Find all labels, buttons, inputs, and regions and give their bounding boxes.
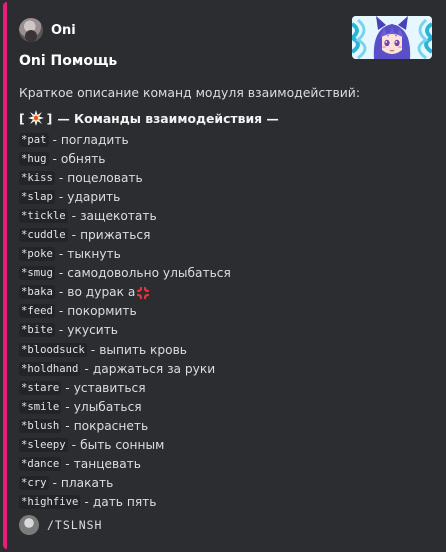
command-separator: - bbox=[71, 438, 77, 453]
command-separator: - bbox=[52, 476, 57, 491]
command-description: укусить bbox=[67, 323, 118, 338]
command-separator: - bbox=[52, 151, 57, 166]
command-separator: - bbox=[71, 228, 77, 243]
command-row: *tickle - защекотать bbox=[19, 206, 231, 225]
command-description: дать пять bbox=[92, 495, 157, 510]
command-row: *baka - во дурак а bbox=[19, 283, 231, 302]
command-separator: - bbox=[58, 189, 64, 204]
command-row: *highfive - дать пять bbox=[19, 493, 231, 512]
author-name[interactable]: Oni bbox=[51, 23, 76, 38]
footer-icon bbox=[19, 515, 39, 535]
command-row: *hug - обнять bbox=[19, 149, 231, 168]
command-description: поцеловать bbox=[67, 170, 143, 185]
command-row: *feed - покормить bbox=[19, 302, 231, 321]
command-separator: - bbox=[65, 418, 70, 433]
collision-emoji-icon bbox=[27, 110, 44, 126]
anger-symbol-icon bbox=[136, 285, 150, 300]
command-code: *dance bbox=[19, 457, 62, 472]
command-description: плакать bbox=[60, 476, 114, 491]
command-description: быть сонным bbox=[80, 438, 165, 453]
command-description: защекотать bbox=[80, 208, 157, 223]
command-code: *bloodsuck bbox=[19, 342, 87, 357]
command-row: *smug - самодовольно улыбаться bbox=[19, 264, 231, 283]
command-row: *bite - укусить bbox=[19, 321, 231, 340]
command-row: *slap - ударить bbox=[19, 187, 231, 206]
command-code: *kiss bbox=[19, 170, 55, 185]
command-code: *cuddle bbox=[19, 228, 68, 243]
command-description: даржаться за руки bbox=[92, 361, 216, 376]
command-row: *kiss - поцеловать bbox=[19, 168, 231, 187]
command-code: *stare bbox=[19, 380, 62, 395]
command-separator: - bbox=[58, 285, 64, 300]
command-description: тыкнуть bbox=[67, 247, 121, 262]
command-description: самодовольно улыбаться bbox=[67, 266, 231, 281]
command-row: *pat - погладить bbox=[19, 130, 231, 149]
command-row: *cry - плакать bbox=[19, 474, 231, 493]
command-description: обнять bbox=[60, 151, 106, 166]
command-row: *stare - уставиться bbox=[19, 378, 231, 397]
command-separator: - bbox=[58, 304, 64, 319]
command-description: улыбаться bbox=[73, 399, 142, 414]
command-code: *tickle bbox=[19, 208, 68, 223]
command-code: *smug bbox=[19, 266, 55, 281]
command-code: *smile bbox=[19, 399, 62, 414]
anime-girl-thumbnail bbox=[352, 16, 432, 59]
command-row: *smile - улыбаться bbox=[19, 397, 231, 416]
command-code: *blush bbox=[19, 418, 62, 433]
command-separator: - bbox=[71, 208, 77, 223]
command-description: ударить bbox=[67, 189, 121, 204]
embed-description: Краткое описание команд модуля взаимодей… bbox=[19, 85, 361, 100]
command-separator: - bbox=[84, 361, 89, 376]
command-description: покормить bbox=[67, 304, 137, 319]
section-header: [ ] — Команды взаимодействия — bbox=[19, 110, 279, 126]
section-bracket-open: [ bbox=[19, 110, 25, 126]
command-separator: - bbox=[65, 399, 70, 414]
command-code: *cry bbox=[19, 476, 49, 491]
command-separator: - bbox=[65, 380, 70, 395]
thumbnail-image[interactable] bbox=[352, 16, 432, 59]
section-header-text: — Команды взаимодействия — bbox=[57, 110, 279, 126]
command-code: *baka bbox=[19, 285, 55, 300]
command-row: *holdhand - даржаться за руки bbox=[19, 359, 231, 378]
embed-author: Oni bbox=[19, 17, 76, 43]
author-avatar-icon[interactable] bbox=[19, 18, 43, 42]
footer-text: /TSLNSH bbox=[47, 518, 103, 532]
embed-footer: /TSLNSH bbox=[19, 514, 102, 536]
command-code: *slap bbox=[19, 189, 55, 204]
command-row: *cuddle - прижаться bbox=[19, 225, 231, 244]
section-bracket-close: ] bbox=[46, 110, 53, 126]
embed-title: Oni Помощь bbox=[19, 53, 118, 69]
command-code: *pat bbox=[19, 132, 49, 147]
command-row: *sleepy - быть сонным bbox=[19, 436, 231, 455]
command-description: прижаться bbox=[80, 228, 151, 243]
command-code: *holdhand bbox=[19, 361, 81, 376]
command-code: *hug bbox=[19, 151, 49, 166]
command-code: *bite bbox=[19, 323, 55, 338]
command-separator: - bbox=[52, 132, 57, 147]
command-description: танцевать bbox=[73, 457, 141, 472]
command-description: покраснеть bbox=[73, 418, 149, 433]
help-embed: Oni Oni Помощь Краткое описание команд м… bbox=[3, 2, 443, 549]
command-separator: - bbox=[58, 323, 64, 338]
command-row: *dance - танцевать bbox=[19, 455, 231, 474]
command-code: *poke bbox=[19, 247, 55, 262]
commands-list: *pat - погладить *hug - обнять *kiss - поцеловат… bbox=[19, 130, 231, 512]
command-code: *highfive bbox=[19, 495, 81, 510]
command-separator: - bbox=[84, 495, 89, 510]
command-separator: - bbox=[58, 247, 64, 262]
command-description: погладить bbox=[60, 132, 129, 147]
command-description: выпить кровь bbox=[99, 342, 187, 357]
command-description: уставиться bbox=[73, 380, 146, 395]
command-code: *sleepy bbox=[19, 438, 68, 453]
command-separator: - bbox=[90, 342, 96, 357]
command-code: *feed bbox=[19, 304, 55, 319]
command-separator: - bbox=[65, 457, 70, 472]
command-row: *blush - покраснеть bbox=[19, 416, 231, 435]
command-row: *poke - тыкнуть bbox=[19, 245, 231, 264]
command-separator: - bbox=[58, 170, 64, 185]
command-row: *bloodsuck - выпить кровь bbox=[19, 340, 231, 359]
command-description: во дурак а bbox=[67, 285, 136, 300]
command-separator: - bbox=[58, 266, 64, 281]
